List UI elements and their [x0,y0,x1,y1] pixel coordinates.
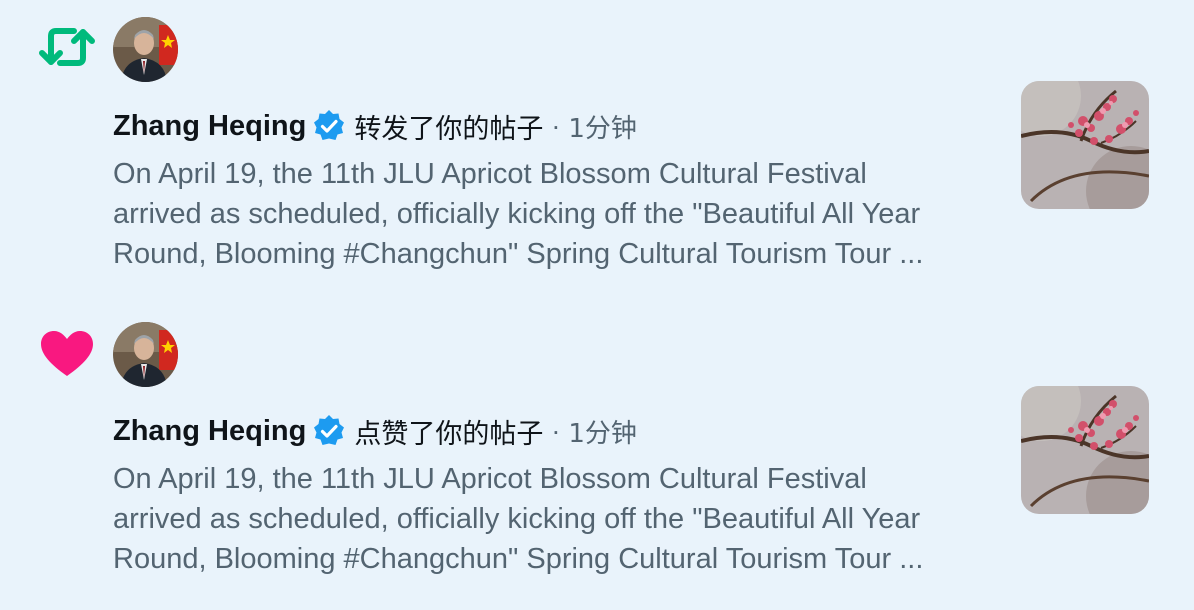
post-text-line: On April 19, the 11th JLU Apricot Blosso… [113,158,867,190]
notification-header: Zhang Heqing 点赞了你的帖子 · 1分钟 [113,409,993,453]
post-thumbnail[interactable] [1021,386,1149,514]
post-text[interactable]: On April 19, the 11th JLU Apricot Blosso… [113,154,993,274]
notification-header: Zhang Heqing 转发了你的帖子 · 1分钟 [113,104,993,148]
action-text: 点赞了你的帖子 [354,418,544,450]
heart-icon [41,331,93,376]
separator-dot: · [551,415,561,446]
blossom-photo [1021,386,1149,514]
separator-dot: · [551,110,561,141]
author-name[interactable]: Zhang Heqing [113,110,306,143]
timestamp[interactable]: 1分钟 [568,108,637,145]
verified-badge-icon [314,415,345,445]
timestamp[interactable]: 1分钟 [568,413,637,450]
avatar[interactable] [113,322,178,387]
post-text-line: arrived as scheduled, officially kicking… [113,503,921,535]
notification-retweet[interactable]: Zhang Heqing 转发了你的帖子 · 1分钟 On April 19, … [0,0,1194,305]
post-text-line: arrived as scheduled, officially kicking… [113,198,921,230]
post-text-line: Round, Blooming #Changchun" Spring Cultu… [113,238,924,270]
action-text: 转发了你的帖子 [354,113,544,145]
notification-body: Zhang Heqing 转发了你的帖子 · 1分钟 On April 19, … [113,104,993,274]
post-text-line: Round, Blooming #Changchun" Spring Cultu… [113,543,924,575]
avatar-image [113,322,178,387]
notifications-feed: Zhang Heqing 转发了你的帖子 · 1分钟 On April 19, … [0,0,1194,610]
notification-like[interactable]: Zhang Heqing 点赞了你的帖子 · 1分钟 On April 19, … [0,305,1194,610]
avatar-image [113,17,178,82]
notification-body: Zhang Heqing 点赞了你的帖子 · 1分钟 On April 19, … [113,409,993,579]
retweet-icon [39,28,95,66]
post-text[interactable]: On April 19, the 11th JLU Apricot Blosso… [113,459,993,579]
post-thumbnail[interactable] [1021,81,1149,209]
verified-badge-icon [314,110,345,140]
author-name[interactable]: Zhang Heqing [113,415,306,448]
post-text-line: On April 19, the 11th JLU Apricot Blosso… [113,463,867,495]
blossom-photo [1021,81,1149,209]
avatar[interactable] [113,17,178,82]
